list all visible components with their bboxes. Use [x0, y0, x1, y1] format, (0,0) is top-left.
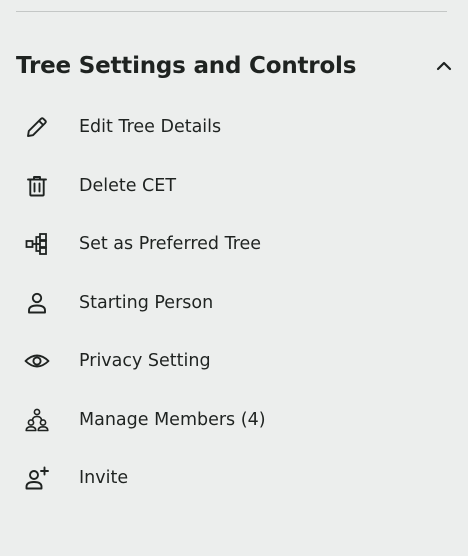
pencil-icon	[24, 114, 50, 140]
person-icon	[24, 290, 50, 316]
menu-item-edit-tree-details[interactable]: Edit Tree Details	[0, 98, 468, 157]
section-header[interactable]: Tree Settings and Controls	[16, 46, 452, 86]
menu-item-invite[interactable]: Invite	[0, 449, 468, 508]
tree-structure-icon	[24, 231, 50, 257]
menu-item-manage-members[interactable]: Manage Members (4)	[0, 391, 468, 450]
menu-item-delete[interactable]: Delete CET	[0, 157, 468, 216]
chevron-up-icon[interactable]	[432, 54, 456, 78]
menu-item-label: Invite	[79, 468, 129, 489]
menu-item-label: Edit Tree Details	[79, 117, 222, 138]
top-divider	[16, 11, 447, 12]
section-title: Tree Settings and Controls	[16, 53, 357, 79]
eye-icon	[24, 348, 50, 374]
settings-menu: Edit Tree Details Delete CET Set as Pref…	[0, 98, 468, 508]
menu-item-starting-person[interactable]: Starting Person	[0, 274, 468, 333]
group-icon	[24, 407, 50, 433]
menu-item-set-preferred-tree[interactable]: Set as Preferred Tree	[0, 215, 468, 274]
person-add-icon	[24, 465, 50, 491]
menu-item-label: Set as Preferred Tree	[79, 234, 262, 255]
menu-item-label: Manage Members (4)	[79, 409, 266, 430]
menu-item-privacy-setting[interactable]: Privacy Setting	[0, 332, 468, 391]
menu-item-label: Privacy Setting	[79, 351, 211, 372]
trash-icon	[24, 173, 50, 199]
menu-item-label: Starting Person	[79, 292, 214, 313]
menu-item-label: Delete CET	[79, 175, 177, 196]
